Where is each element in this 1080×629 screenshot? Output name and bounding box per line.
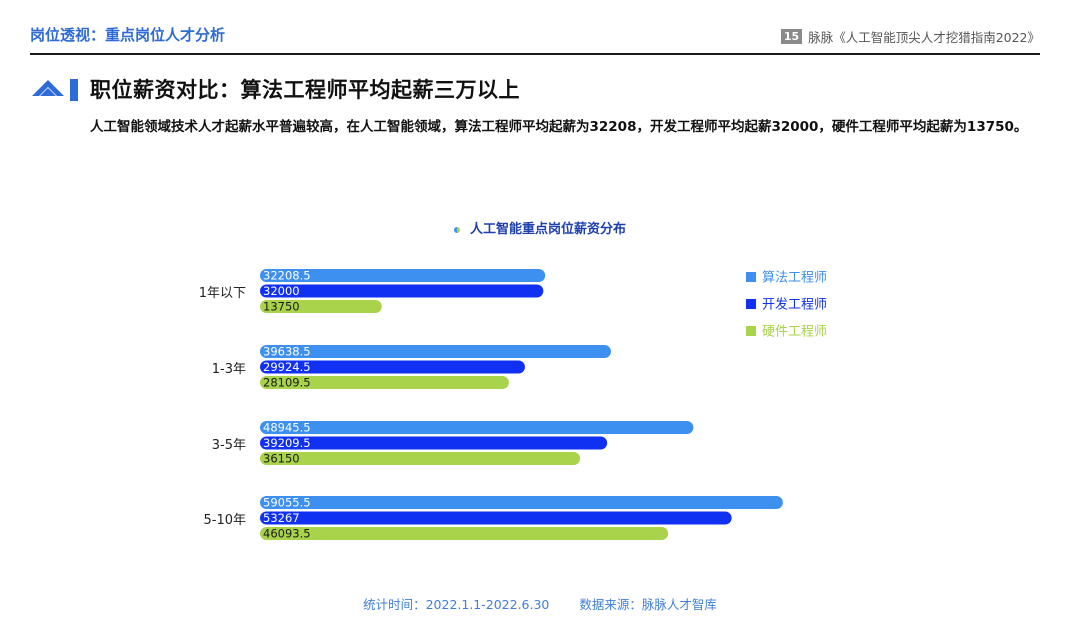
legend-swatch [746, 326, 756, 336]
bar [260, 345, 611, 358]
category-label: 1年以下 [199, 286, 246, 301]
data-label: 39209.5 [263, 436, 311, 450]
data-label: 29924.5 [263, 360, 311, 374]
data-label: 48945.5 [263, 421, 311, 435]
data-label: 39638.5 [263, 345, 311, 359]
legend-swatch [746, 272, 756, 282]
data-label: 53267 [263, 511, 300, 525]
data-source: 数据来源：脉脉人才智库 [579, 597, 717, 612]
bar [260, 527, 669, 540]
bar [260, 421, 694, 434]
bar [260, 436, 608, 450]
chart-footer: 统计时间：2022.1.1-2022.6.30 数据来源：脉脉人才智库 [0, 594, 1080, 613]
bar [260, 496, 783, 509]
data-label: 32000 [263, 284, 300, 298]
legend-label: 开发工程师 [762, 297, 827, 313]
data-label: 32208.5 [263, 269, 311, 283]
data-label: 28109.5 [263, 376, 311, 390]
data-label: 46093.5 [263, 527, 311, 541]
legend-swatch [746, 299, 756, 309]
bar [260, 452, 581, 465]
bar-chart: 1年以下 32208.532000 13750 1-3年 39638.529924.5 2… [199, 269, 827, 541]
data-label: 36150 [263, 452, 300, 466]
category-label: 1-3年 [212, 362, 246, 377]
legend-label: 算法工程师 [762, 271, 827, 286]
bar [260, 511, 732, 525]
data-label: 59055.5 [263, 496, 311, 510]
data-label: 13750 [263, 300, 300, 314]
bar [260, 284, 544, 298]
category-label: 5-10年 [203, 513, 246, 528]
category-label: 3-5年 [212, 438, 246, 453]
statistics-period: 统计时间：2022.1.1-2022.6.30 [363, 597, 550, 612]
legend-label: 硬件工程师 [762, 325, 827, 340]
